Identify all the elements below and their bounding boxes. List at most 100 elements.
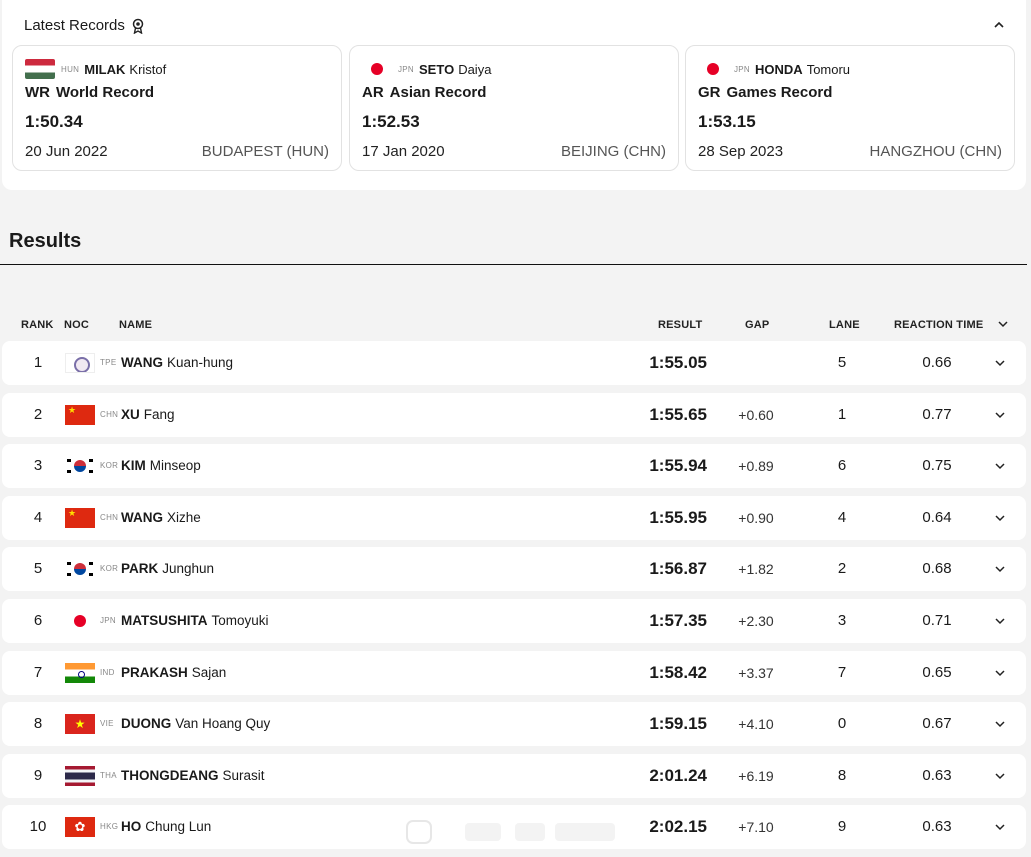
reaction-time-cell: 0.68 [922,560,952,577]
chevron-down-icon[interactable] [994,615,1006,627]
lane-cell: 8 [837,767,847,784]
record-card-world[interactable]: HUN MILAK Kristof WR World Record 1:50.34… [12,45,342,171]
reaction-time-cell: 0.77 [922,406,952,423]
watermark-icon [406,820,615,844]
chevron-down-icon[interactable] [997,318,1009,330]
record-venue: BEIJING (CHN) [561,143,666,160]
athlete-given-name: Surasit [222,768,265,783]
latest-records-header: Latest Records [24,17,145,34]
record-given-name: Tomoru [806,61,851,77]
lane-cell: 4 [837,509,847,526]
name-cell: HO Chung Lun [121,819,211,834]
record-card-asian[interactable]: JPN SETO Daiya AR Asian Record 1:52.53 17… [349,45,679,171]
gap-cell: +7.10 [738,819,774,835]
record-surname: HONDA [755,61,803,77]
record-time: 1:50.34 [25,112,83,131]
athlete-surname: HO [121,819,142,834]
chevron-down-icon[interactable] [994,512,1006,524]
result-cell: 2:02.15 [649,817,707,836]
athlete-surname: PRAKASH [121,665,188,680]
reaction-time-cell: 0.71 [922,612,952,629]
rank-cell: 6 [33,612,43,629]
record-card-games[interactable]: JPN HONDA Tomoru GR Games Record 1:53.15 … [685,45,1015,171]
record-surname: SETO [419,61,455,77]
chevron-down-icon[interactable] [994,718,1006,730]
name-cell: WANG Xizhe [121,510,201,525]
flag-vie-icon [65,714,95,734]
record-type-label: Games Record [726,84,833,101]
athlete-surname: KIM [121,458,146,473]
record-venue: HANGZHOU (CHN) [869,143,1003,160]
table-row[interactable]: 4 CHNWANG Xizhe 1:55.95 +0.90 4 0.64 [2,496,1026,540]
results-title: Results [9,230,82,252]
flag-hun-icon [25,59,55,79]
athlete-given-name: Junghun [162,561,215,576]
table-row[interactable]: 5 KOR PARK Junghun 1:56.87 +1.82 2 0.68 [2,547,1026,591]
result-cell: 2:01.24 [649,766,707,785]
athlete-given-name: Tomoyuki [211,613,269,628]
chevron-down-icon[interactable] [994,357,1006,369]
noc-cell: TPE [100,358,117,367]
reaction-time-cell: 0.66 [922,354,952,371]
record-abbr: WR [25,84,50,101]
record-date: 20 Jun 2022 [25,143,108,160]
flag-jpn-icon [698,59,728,79]
table-row[interactable]: 9 THA THONGDEANG Surasit 2:01.24 +6.19 8 0.63 [2,754,1026,798]
record-venue: BUDAPEST (HUN) [201,143,329,160]
noc-cell: THA [100,771,117,780]
noc-cell: IND [100,668,115,677]
noc-cell: KOR [100,461,119,470]
table-row[interactable]: 6 JPN MATSUSHITA Tomoyuki 1:57.35 +2.30 3 0.71 [2,599,1026,643]
rank-cell: 7 [33,664,43,681]
noc-cell: KOR [100,564,119,573]
lane-cell: 5 [837,354,847,371]
record-given-name: Daiya [458,61,492,77]
latest-records-title: Latest Records [24,17,125,34]
athlete-given-name: Chung Lun [145,819,212,834]
record-athlete: JPN SETO Daiya [362,59,491,79]
athlete-surname: THONGDEANG [121,768,219,783]
reaction-time-cell: 0.75 [922,457,952,474]
table-row[interactable]: 7 IND PRAKASH Sajan 1:58.42 +3.37 7 0.65 [2,651,1026,695]
table-row[interactable]: 3 KOR KIM Minseop 1:55.94 +0.89 6 0.75 [2,444,1026,488]
chevron-down-icon[interactable] [994,460,1006,472]
gap-cell: +3.37 [738,665,774,681]
rank-cell: 9 [33,767,43,784]
col-header-reaction-time: REACTION TIME [894,319,984,331]
chevron-down-icon[interactable] [994,409,1006,421]
noc-cell: CHN [100,410,119,419]
noc-cell: HKG [100,822,119,831]
reaction-time-cell: 0.67 [922,715,952,732]
noc-cell: VIE [100,719,114,728]
athlete-given-name: Kuan-hung [167,355,234,370]
chevron-down-icon[interactable] [994,821,1006,833]
reaction-time-cell: 0.63 [922,767,952,784]
chevron-down-icon[interactable] [994,563,1006,575]
result-cell: 1:55.94 [649,456,707,475]
chevron-down-icon[interactable] [994,770,1006,782]
flag-jpn-icon [362,59,392,79]
flag-jpn-icon [65,611,95,631]
record-type: WR World Record [25,84,154,101]
col-header-name: NAME [119,319,153,331]
record-date: 28 Sep 2023 [698,143,784,160]
gap-cell: +6.19 [738,768,774,784]
chevron-up-icon[interactable] [992,18,1006,32]
rank-cell: 1 [33,354,43,371]
table-row[interactable]: 8 VIE DUONGVan Hoang Quy 1:59.15 +4.10 0 0.67 [2,702,1026,746]
noc-cell: CHN [100,513,119,522]
col-header-noc: NOC [64,319,90,331]
table-row[interactable]: 2 CHNXUFang 1:55.65 +0.60 1 0.77 [2,393,1026,437]
chevron-down-icon[interactable] [994,667,1006,679]
gap-cell: +2.30 [738,613,774,629]
record-noc: JPN [734,64,751,74]
rank-cell: 3 [33,457,43,474]
flag-tpe-icon [65,353,95,373]
athlete-surname: DUONG [121,716,172,731]
record-type: GR Games Record [698,84,832,101]
gap-cell: +0.89 [738,458,774,474]
rank-cell: 8 [33,715,43,732]
lane-cell: 1 [837,406,847,423]
table-row[interactable]: 1 TPE WANG Kuan-hung 1:55.05 5 0.66 [2,341,1026,385]
noc-cell: JPN [100,616,117,625]
